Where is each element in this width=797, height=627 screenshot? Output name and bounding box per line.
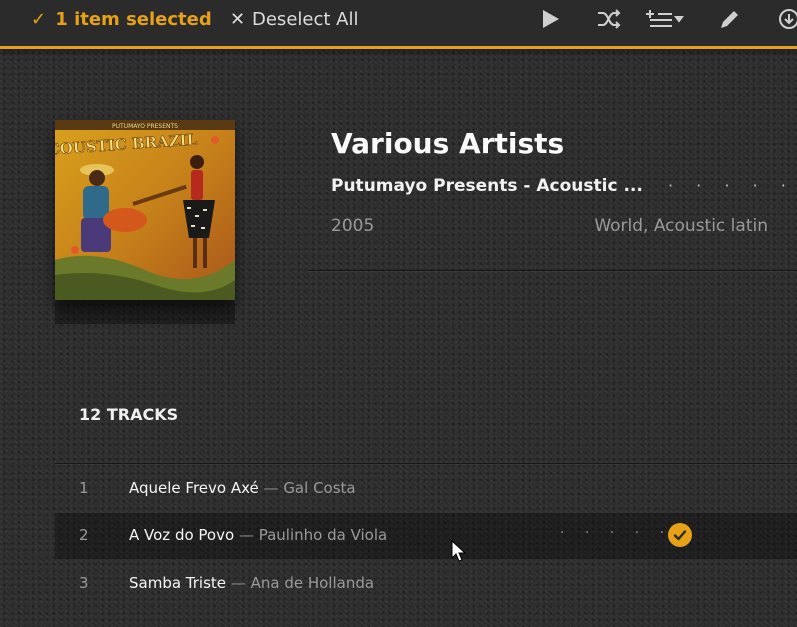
track-row-selected[interactable]: 2 A Voz do Povo — Paulinho da Viola · · … [55,513,797,559]
album-year: 2005 [331,216,375,236]
track-title-line: A Voz do Povo — Paulinho da Viola [129,526,387,544]
add-to-queue-icon[interactable] [644,6,688,32]
mouse-cursor-icon [451,539,467,564]
deselect-all-button[interactable]: ✕ Deselect All [230,9,358,30]
album-genres[interactable]: World, Acoustic latin [594,216,768,236]
track-title-line: Aquele Frevo Axé — Gal Costa [129,479,356,497]
download-icon[interactable] [772,6,797,32]
track-rating[interactable]: · · · · · [560,525,672,541]
shuffle-icon[interactable] [594,6,624,32]
selection-toolbar: ✓ 1 item selected ✕ Deselect All [0,0,797,49]
album-cover[interactable]: PUTUMAYO PRESENTS ACOUSTIC BRAZIL [34,120,235,300]
track-number: 3 [79,574,89,592]
cover-reflection [55,300,235,324]
track-artist[interactable]: Paulinho da Viola [259,526,387,544]
track-title: Aquele Frevo Axé [129,479,259,497]
track-row[interactable]: 1 Aquele Frevo Axé — Gal Costa [55,466,797,512]
track-artist[interactable]: Ana de Hollanda [251,574,374,592]
selection-count-label: 1 item selected [55,9,212,30]
tracks-heading: 12 TRACKS [79,405,179,424]
track-separator: — [238,526,254,544]
track-row[interactable]: 3 Samba Triste — Ana de Hollanda [55,561,797,607]
play-icon[interactable] [536,6,566,32]
edit-icon[interactable] [713,6,743,32]
header-divider [308,270,797,271]
close-icon: ✕ [230,9,246,30]
track-title: A Voz do Povo [129,526,235,544]
track-number: 2 [79,526,89,544]
track-number: 1 [79,479,89,497]
album-title: Putumayo Presents - Acoustic ... [331,176,643,196]
album-artist[interactable]: Various Artists [331,127,564,160]
selection-count: ✓ 1 item selected [31,9,212,30]
track-title: Samba Triste [129,574,227,592]
track-separator: — [263,479,279,497]
check-icon: ✓ [31,9,47,30]
tracks-divider [55,463,797,464]
cover-publisher-text: PUTUMAYO PRESENTS [112,123,178,130]
track-separator: — [230,574,246,592]
album-rating[interactable]: · · · · · [668,176,795,195]
deselect-all-label: Deselect All [252,9,359,30]
track-artist[interactable]: Gal Costa [283,479,355,497]
selected-check-icon[interactable] [668,523,692,547]
track-title-line: Samba Triste — Ana de Hollanda [129,574,374,592]
